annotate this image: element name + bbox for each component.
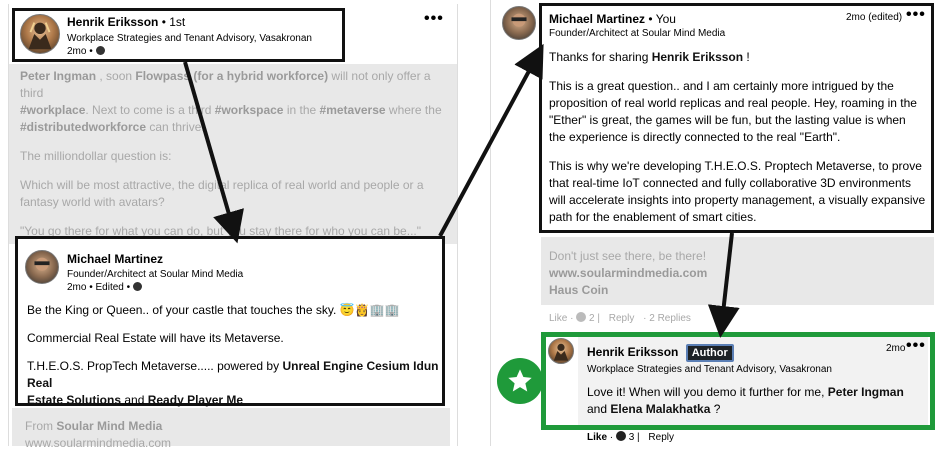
arrow-right-to-reply	[707, 232, 740, 338]
arrow-post-to-comment	[183, 61, 244, 244]
arrow-comment-to-right	[438, 43, 544, 237]
annotation-arrows	[183, 43, 740, 338]
